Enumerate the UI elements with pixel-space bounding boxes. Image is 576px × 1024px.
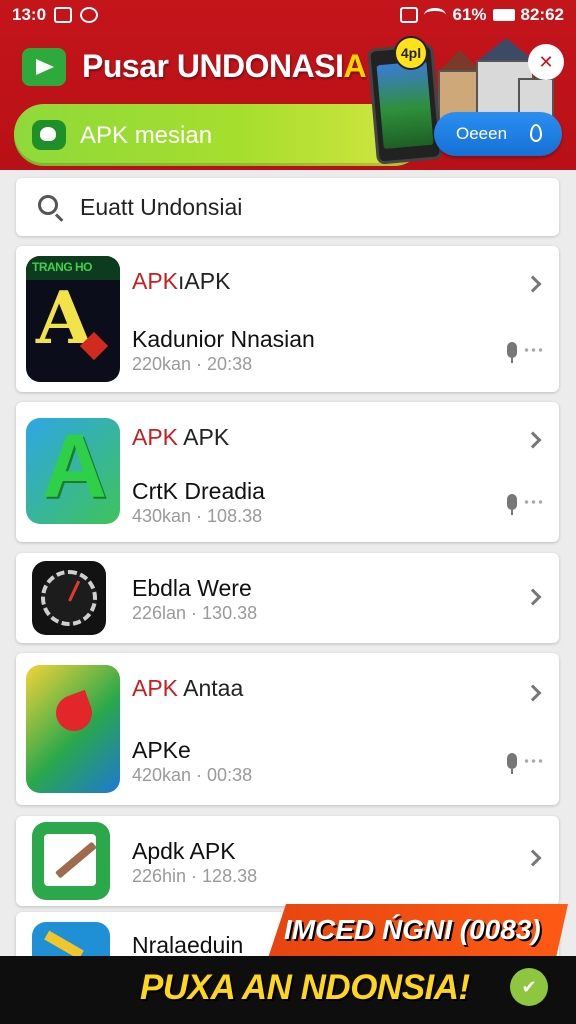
app-card[interactable]: APK Antaa APKe 420kan · 00:38 [16, 653, 559, 805]
app-meta: 226lan · 130.38 [132, 603, 258, 623]
app-card[interactable]: A APK APK CrtK Dreadia 430kan · 108.38 [16, 402, 559, 542]
app-meta: 430kan · 108.38 [132, 506, 263, 526]
search-icon [38, 195, 58, 215]
promo-check-button[interactable]: ✔ [510, 968, 548, 1006]
app-card[interactable]: Ebdla Were 226lan · 130.38 [16, 553, 559, 643]
chevron-right-icon[interactable] [524, 849, 542, 867]
battery-icon [492, 9, 515, 21]
app-card[interactable]: Apdk APK 226hin · 128.38 [16, 816, 559, 906]
app-title: Pusar UNDONASIA [82, 48, 367, 85]
more-icon[interactable] [523, 348, 543, 352]
app-icon [32, 822, 110, 900]
notification-icon [80, 7, 99, 23]
mic-icon[interactable] [507, 342, 517, 363]
banner-text: APK mesian [80, 122, 213, 149]
search-input[interactable]: Euatt Undonsiai [16, 178, 559, 236]
chevron-right-icon[interactable] [524, 588, 542, 606]
app-title-main: Pusar UNDONASI [82, 48, 344, 84]
chevron-right-icon[interactable] [524, 684, 542, 702]
mute-icon [400, 7, 419, 23]
check-icon: ✔ [521, 977, 537, 997]
photo-icon [54, 7, 73, 23]
promo-banner[interactable]: APK mesian [14, 104, 424, 166]
open-button[interactable]: Oeeen [434, 112, 562, 156]
app-name: Nralaeduin [132, 932, 244, 958]
app-icon: A [26, 418, 120, 524]
header: 13:0 61% 82:62 Pusar UNDONASIA APK mesia… [0, 0, 576, 170]
app-name: Apdk APK [132, 838, 236, 864]
app-icon [26, 665, 120, 793]
promo-ribbon: IMCED ŃGNI (0083) [268, 904, 568, 958]
app-title-line: APK Antaa [132, 675, 244, 701]
open-button-label: Oeeen [456, 124, 508, 143]
promo-bar[interactable]: PUXA AN NDONSIA! ✔ [0, 956, 576, 1024]
drop-icon [530, 124, 542, 142]
wifi-icon [424, 8, 447, 22]
play-logo-icon [22, 48, 66, 86]
app-meta: 226hin · 128.38 [132, 866, 258, 886]
close-icon: ✕ [538, 52, 554, 72]
phone-badge: 4pl [394, 36, 428, 70]
app-icon [32, 561, 106, 635]
close-button[interactable]: ✕ [528, 44, 564, 80]
more-icon[interactable] [523, 500, 543, 504]
promo-main-text: PUXA AN NDONSIA! [140, 968, 470, 1007]
promo-ribbon-text: IMCED ŃGNI (0083) [284, 914, 541, 945]
app-card[interactable]: TRANG HO A APKıAPK Kadunior Nnasian 220k… [16, 246, 559, 392]
chevron-right-icon[interactable] [524, 431, 542, 449]
battery-percent: 61% [452, 5, 487, 24]
app-meta: 220kan · 20:38 [132, 354, 253, 374]
app-icon: TRANG HO A [26, 256, 120, 382]
mic-icon[interactable] [507, 494, 517, 515]
app-title-line: APK APK [132, 424, 230, 450]
status-bar: 13:0 61% 82:62 [0, 0, 576, 30]
app-name: APKe [132, 737, 191, 763]
app-name: Kadunior Nnasian [132, 326, 315, 352]
app-meta: 420kan · 00:38 [132, 765, 253, 785]
status-time: 13:0 [12, 5, 47, 24]
search-text: Euatt Undonsiai [80, 194, 243, 220]
app-title-line: APKıAPK [132, 268, 231, 294]
icon-label: TRANG HO [32, 260, 93, 274]
mic-icon[interactable] [507, 753, 517, 774]
app-name: Ebdla Were [132, 575, 252, 601]
app-title-accent: A [343, 48, 367, 84]
chevron-right-icon[interactable] [524, 275, 542, 293]
more-icon[interactable] [523, 759, 543, 763]
app-name: CrtK Dreadia [132, 478, 265, 504]
chat-icon [32, 120, 66, 150]
status-clock: 82:62 [520, 5, 564, 24]
